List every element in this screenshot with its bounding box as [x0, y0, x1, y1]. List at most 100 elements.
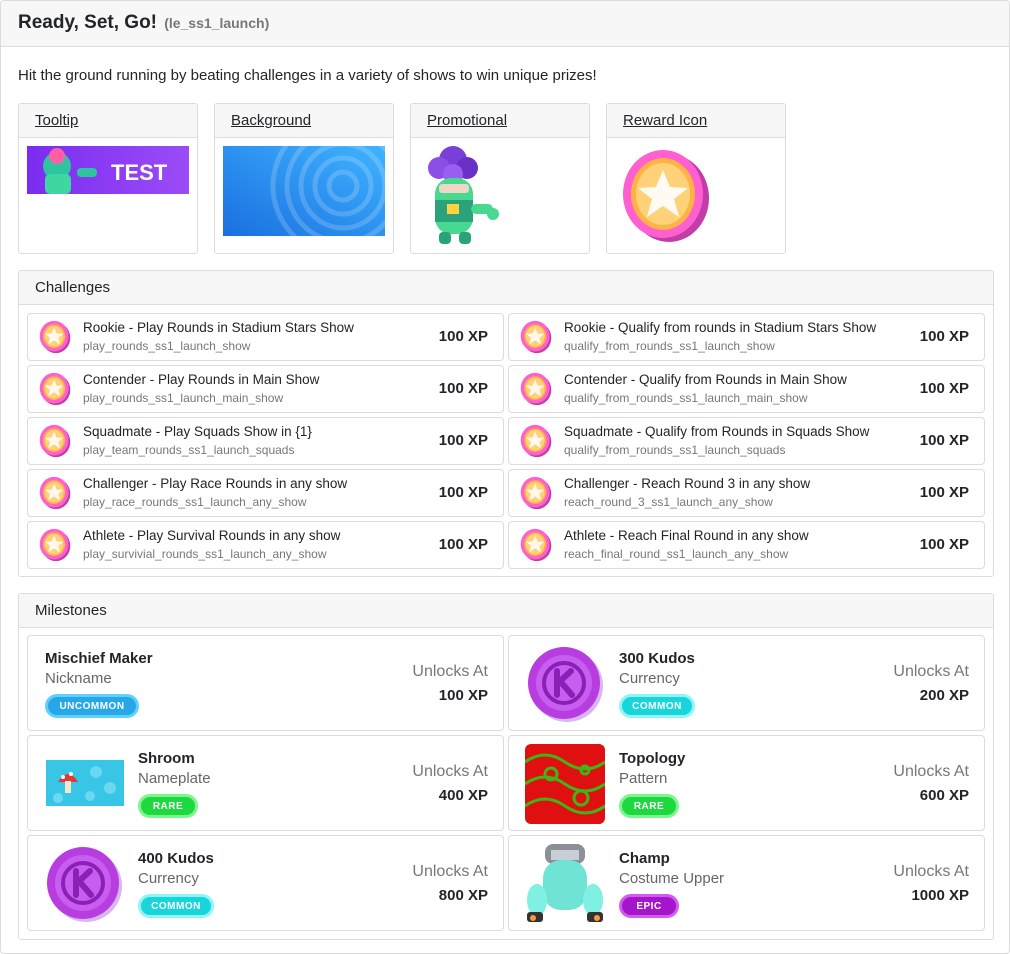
rarity-badge: COMMON	[138, 894, 214, 918]
rarity-badge: RARE	[138, 794, 198, 818]
challenge-name: Challenger - Reach Round 3 in any show	[564, 476, 811, 491]
challenge-id: qualify_from_rounds_ss1_launch_main_show	[564, 391, 808, 405]
promotional-character-image	[428, 146, 499, 244]
challenge-xp: 100 XP	[919, 380, 969, 397]
rarity-badge: RARE	[619, 794, 679, 818]
milestone-name: Shroom	[138, 750, 195, 767]
kudos-coin-icon	[44, 844, 124, 928]
asset-card-tooltip: Tooltip TEST	[18, 103, 198, 254]
reward-coin-icon	[519, 424, 553, 458]
challenges-section: Challenges Rookie - Play Rounds in Stadi…	[18, 270, 994, 577]
challenge-xp: 100 XP	[919, 432, 969, 449]
milestone-type: Pattern	[619, 770, 668, 787]
milestones-header: Milestones	[19, 594, 993, 628]
challenge-id: play_race_rounds_ss1_launch_any_show	[83, 495, 307, 509]
reward-coin-icon	[38, 320, 72, 354]
milestone-item: Topology Pattern RARE Unlocks At 600 XP	[508, 735, 985, 831]
challenge-item: Contender - Play Rounds in Main Show play…	[27, 365, 504, 413]
challenge-id: reach_final_round_ss1_launch_any_show	[564, 547, 789, 561]
reward-coin-icon	[519, 528, 553, 562]
milestone-xp: 800 XP	[438, 887, 488, 904]
challenge-xp: 100 XP	[438, 536, 488, 553]
challenge-name: Challenger - Play Race Rounds in any sho…	[83, 476, 348, 491]
reward-coin-icon	[519, 320, 553, 354]
challenge-item: Rookie - Qualify from rounds in Stadium …	[508, 313, 985, 361]
topology-pattern-icon	[524, 744, 606, 828]
milestone-name: Champ	[619, 850, 670, 867]
challenge-name: Athlete - Play Survival Rounds in any sh…	[83, 528, 341, 543]
event-title: Ready, Set, Go!	[18, 12, 158, 33]
event-id: (le_ss1_launch)	[164, 15, 270, 31]
reward-coin-icon	[519, 476, 553, 510]
background-image	[223, 146, 385, 236]
challenge-id: play_rounds_ss1_launch_show	[83, 339, 251, 353]
unlocks-label: Unlocks At	[893, 663, 969, 680]
challenge-xp: 100 XP	[438, 484, 488, 501]
challenge-name: Contender - Play Rounds in Main Show	[83, 372, 320, 387]
challenges-header: Challenges	[19, 271, 993, 305]
kudos-coin-icon	[525, 644, 605, 728]
challenge-id: reach_round_3_ss1_launch_any_show	[564, 495, 773, 509]
challenge-name: Athlete - Reach Final Round in any show	[564, 528, 809, 543]
challenge-item: Rookie - Play Rounds in Stadium Stars Sh…	[27, 313, 504, 361]
challenge-xp: 100 XP	[438, 432, 488, 449]
mushroom-nameplate-icon	[46, 760, 124, 810]
asset-card-promotional: Promotional	[410, 103, 590, 254]
milestone-xp: 400 XP	[438, 787, 488, 804]
tooltip-image-text: TEST	[111, 160, 168, 185]
reward-coin-icon	[38, 528, 72, 562]
rarity-badge: EPIC	[619, 894, 679, 918]
milestones-section: Milestones Mischief Maker Nickname UNCOMMO…	[18, 593, 994, 940]
challenge-item: Challenger - Play Race Rounds in any sho…	[27, 469, 504, 517]
challenge-xp: 100 XP	[919, 536, 969, 553]
challenge-item: Challenger - Reach Round 3 in any show re…	[508, 469, 985, 517]
challenge-name: Contender - Qualify from Rounds in Main …	[564, 372, 847, 387]
rarity-badge: COMMON	[619, 694, 695, 718]
challenge-item: Squadmate - Play Squads Show in {1} play_…	[27, 417, 504, 465]
challenge-item: Athlete - Play Survival Rounds in any sh…	[27, 521, 504, 569]
milestone-item: 300 Kudos Currency COMMON Unlocks At 200 XP	[508, 635, 985, 731]
challenge-name: Rookie - Qualify from rounds in Stadium …	[564, 320, 877, 335]
tooltip-banner-image: TEST	[27, 146, 189, 194]
challenge-id: play_rounds_ss1_launch_main_show	[83, 391, 284, 405]
reward-coin-icon	[519, 372, 553, 406]
challenge-item: Contender - Qualify from Rounds in Main …	[508, 365, 985, 413]
costume-upper-icon	[523, 842, 607, 930]
asset-card-background: Background	[214, 103, 394, 254]
background-link[interactable]: Background	[231, 112, 311, 129]
reward-icon-link[interactable]: Reward Icon	[623, 112, 707, 129]
promotional-link[interactable]: Promotional	[427, 112, 507, 129]
milestone-type: Currency	[619, 670, 680, 687]
milestone-xp: 1000 XP	[911, 887, 969, 904]
unlocks-label: Unlocks At	[412, 663, 488, 680]
event-description: Hit the ground running by beating challe…	[18, 67, 597, 84]
challenge-xp: 100 XP	[919, 484, 969, 501]
event-card: Ready, Set, Go! (le_ss1_launch) Hit the …	[0, 0, 1010, 954]
reward-coin-icon	[38, 372, 72, 406]
challenge-item: Athlete - Reach Final Round in any show r…	[508, 521, 985, 569]
tooltip-link[interactable]: Tooltip	[35, 112, 78, 129]
milestone-type: Nameplate	[138, 770, 211, 787]
challenge-id: qualify_from_rounds_ss1_launch_squads	[564, 443, 786, 457]
unlocks-label: Unlocks At	[893, 863, 969, 880]
challenge-item: Squadmate - Qualify from Rounds in Squad…	[508, 417, 985, 465]
milestone-item: Shroom Nameplate RARE Unlocks At 400 XP	[27, 735, 504, 831]
challenge-name: Rookie - Play Rounds in Stadium Stars Sh…	[83, 320, 354, 335]
milestone-type: Costume Upper	[619, 870, 725, 887]
milestone-name: 300 Kudos	[619, 650, 695, 667]
unlocks-label: Unlocks At	[412, 863, 488, 880]
challenge-id: qualify_from_rounds_ss1_launch_show	[564, 339, 775, 353]
challenge-id: play_survivial_rounds_ss1_launch_any_sho…	[83, 547, 327, 561]
reward-coin-icon	[38, 476, 72, 510]
milestone-item: Champ Costume Upper EPIC Unlocks At 1000 XP	[508, 835, 985, 931]
challenge-xp: 100 XP	[438, 328, 488, 345]
event-header: Ready, Set, Go! (le_ss1_launch)	[1, 1, 1009, 47]
rarity-badge: UNCOMMON	[45, 694, 139, 718]
milestone-xp: 100 XP	[438, 687, 488, 704]
milestone-type: Nickname	[45, 670, 112, 687]
unlocks-label: Unlocks At	[893, 763, 969, 780]
asset-card-reward-icon: Reward Icon	[606, 103, 786, 254]
milestone-type: Currency	[138, 870, 199, 887]
reward-coin-icon	[38, 424, 72, 458]
challenge-name: Squadmate - Play Squads Show in {1}	[83, 424, 312, 439]
